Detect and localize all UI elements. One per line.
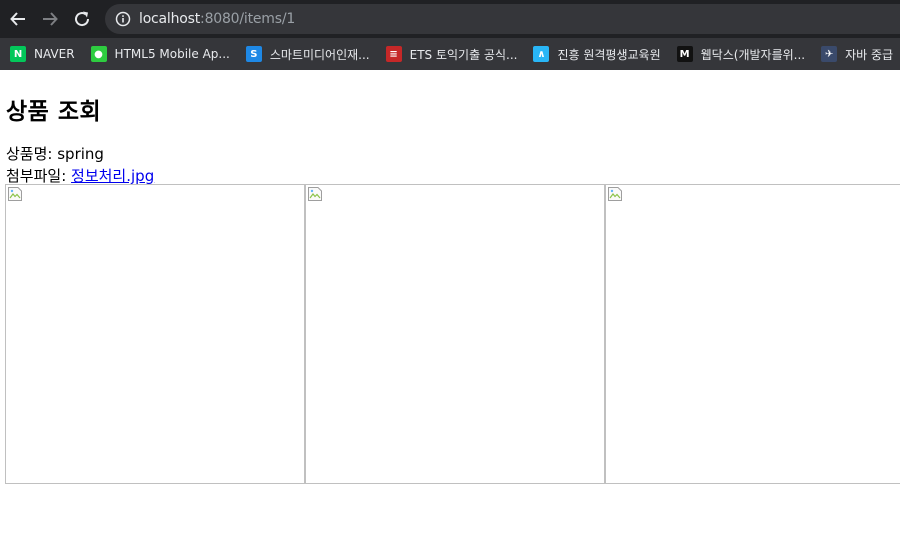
bookmark-item[interactable]: S 스마트미디어인재... <box>245 46 370 63</box>
back-button[interactable] <box>4 5 32 33</box>
bookmark-item[interactable]: ≡ ETS 토익기출 공식... <box>385 46 518 63</box>
item-name-row: 상품명: spring <box>6 143 894 165</box>
broken-image-icon <box>8 187 22 201</box>
java-icon: ✈ <box>821 46 838 62</box>
bookmark-item[interactable]: N NAVER <box>10 46 75 62</box>
ets-icon: ≡ <box>385 46 402 62</box>
bookmark-label: NAVER <box>34 47 75 61</box>
url-path: :8080/items/1 <box>200 11 296 27</box>
naver-icon: N <box>10 46 26 62</box>
item-name-value: spring <box>57 145 104 163</box>
webdocs-icon: M <box>676 46 693 62</box>
bookmark-label: ETS 토익기출 공식... <box>409 47 518 62</box>
product-image <box>5 184 305 484</box>
broken-image-icon <box>308 187 322 201</box>
page-title: 상품 조회 <box>6 99 102 125</box>
product-image <box>605 184 900 484</box>
url-host: localhost <box>139 11 201 27</box>
url-text: localhost:8080/items/1 <box>139 11 295 27</box>
bookmark-item[interactable]: M 웹닥스(개발자를위... <box>676 46 806 63</box>
attachment-label: 첨부파일: <box>6 167 72 185</box>
bookmark-label: 자바 중급 <box>845 47 894 62</box>
bookmarks-bar: N NAVER ● HTML5 Mobile Ap... S 스마트미디어인재... ≡ ET… <box>0 38 900 70</box>
browser-toolbar: localhost:8080/items/1 <box>0 0 900 38</box>
back-arrow-icon <box>10 12 25 26</box>
broken-image-icon <box>608 187 622 201</box>
bookmark-item[interactable]: ● HTML5 Mobile Ap... <box>90 46 230 62</box>
forward-arrow-icon <box>43 12 58 26</box>
address-bar[interactable]: localhost:8080/items/1 <box>105 4 900 34</box>
html5-mobile-icon: ● <box>90 46 107 62</box>
attachment-link[interactable]: 정보처리.jpg <box>71 167 154 185</box>
reload-button[interactable] <box>68 5 96 33</box>
product-image <box>305 184 605 484</box>
bookmark-item[interactable]: ∧ 진흥 원격평생교육원 <box>533 46 661 63</box>
image-gallery <box>5 184 900 484</box>
forward-button[interactable] <box>36 5 64 33</box>
page-content: 상품 조회 상품명: spring 첨부파일: 정보처리.jpg <box>0 92 900 187</box>
bookmark-item[interactable]: ✈ 자바 중급 <box>821 46 893 63</box>
bookmark-label: 진흥 원격평생교육원 <box>557 47 661 62</box>
bookmark-label: 스마트미디어인재... <box>269 47 370 62</box>
smart-media-icon: S <box>245 46 262 62</box>
jinheung-icon: ∧ <box>533 46 550 62</box>
info-icon[interactable] <box>115 11 131 27</box>
bookmark-label: 웹닥스(개발자를위... <box>700 47 806 62</box>
reload-icon <box>75 11 90 27</box>
item-name-label: 상품명: <box>6 145 58 163</box>
bookmark-label: HTML5 Mobile Ap... <box>114 47 230 61</box>
